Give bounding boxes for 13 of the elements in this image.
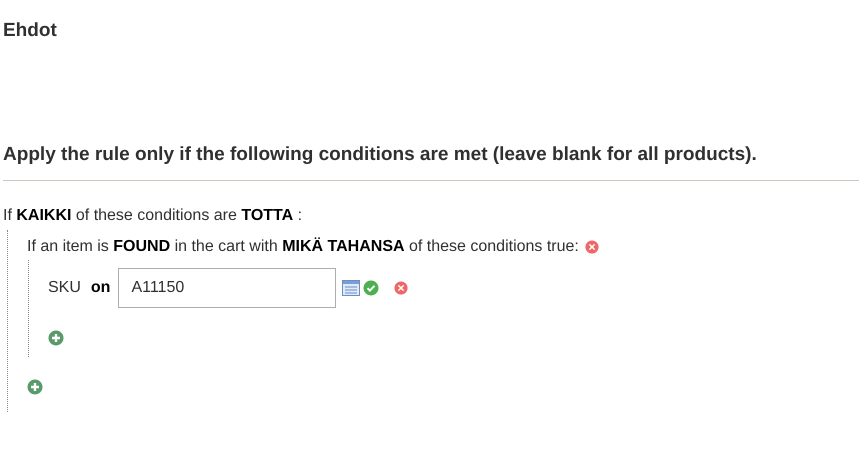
section-heading: Apply the rule only if the following conditions are met (leave blank for all products). <box>3 144 859 181</box>
condition-sentence: If KAIKKI of these conditions are TOTTA : <box>3 207 304 225</box>
list-icon[interactable] <box>342 280 360 296</box>
apply-icon[interactable] <box>363 280 380 296</box>
attribute-label: SKU <box>48 279 81 297</box>
section-title: Ehdot <box>3 20 58 42</box>
condition-sentence: If an item is FOUND in the cart with MIKÄ TAHANSA of these conditions true: <box>27 238 579 256</box>
value-input[interactable]: A11150 <box>118 268 336 308</box>
delete-icon[interactable] <box>584 240 599 254</box>
operator-link[interactable]: on <box>90 279 110 297</box>
add-icon[interactable] <box>48 330 64 346</box>
delete-icon[interactable] <box>394 281 408 295</box>
add-icon[interactable] <box>27 379 43 395</box>
